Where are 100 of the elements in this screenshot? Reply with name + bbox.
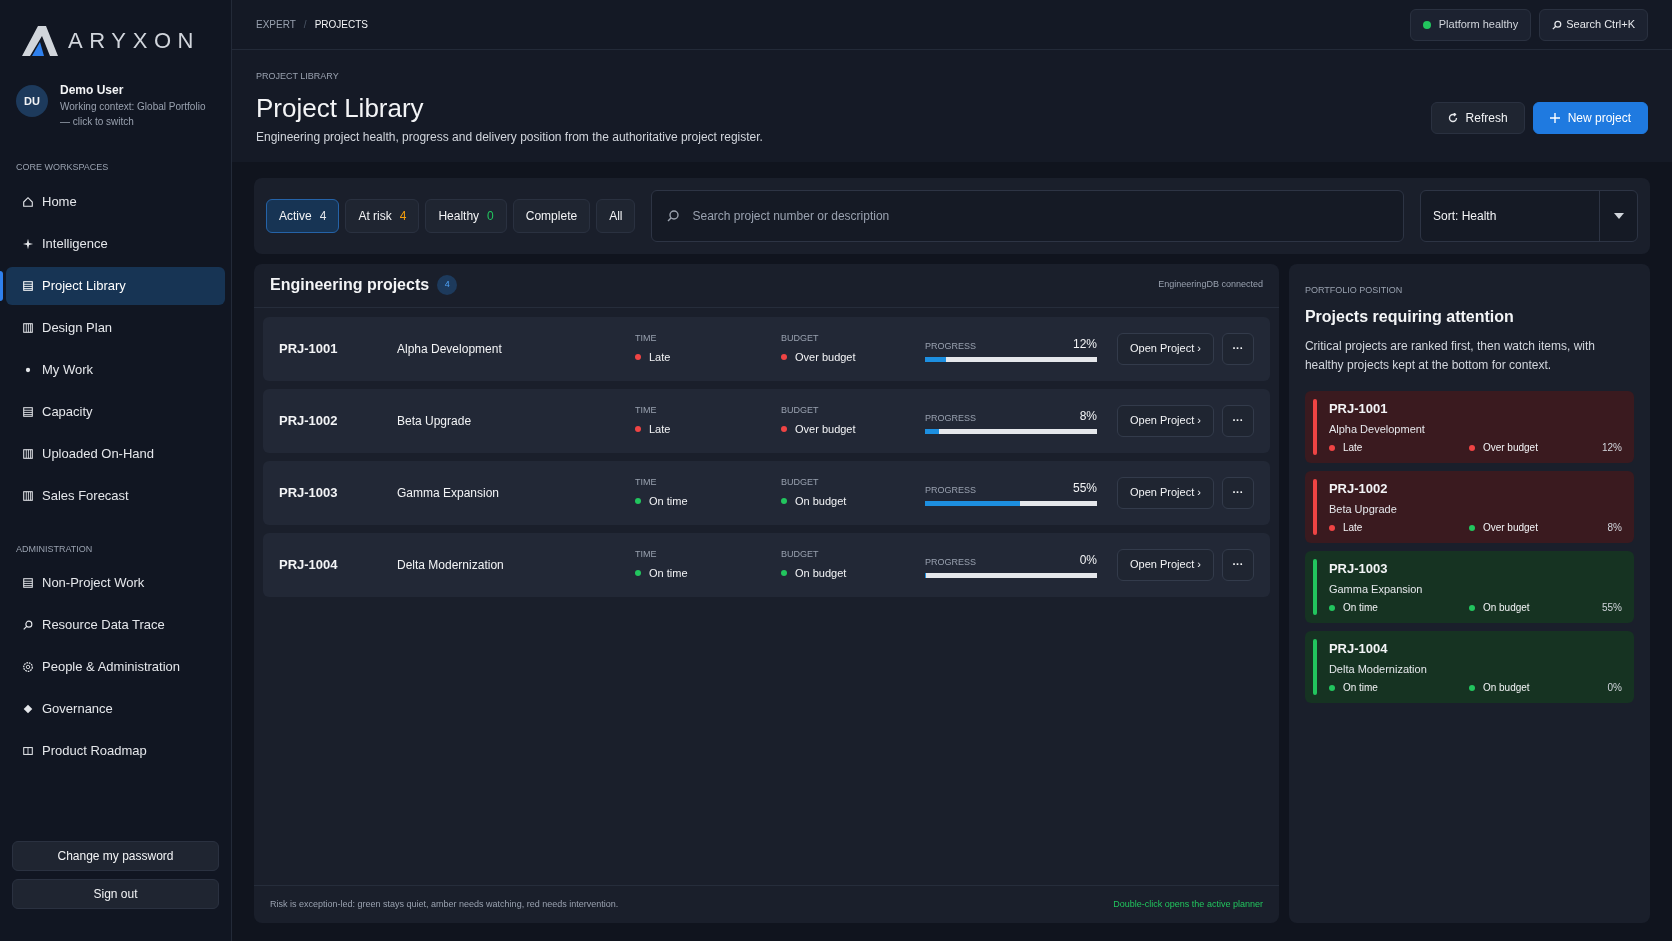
project-id: PRJ-1003 [279, 483, 339, 502]
status-label: On time [1342, 601, 1378, 615]
nav-item[interactable]: Sales Forecast [6, 476, 225, 515]
list-icon [22, 279, 34, 292]
status-label: Late [1342, 441, 1363, 455]
new-project-button[interactable]: New project [1532, 101, 1648, 134]
project-id: PRJ-1001 [279, 339, 339, 358]
sidebar-button[interactable]: Sign out [12, 879, 219, 909]
section-heading: CORE WORKSPACES [15, 161, 110, 174]
status-label: On time [649, 566, 688, 581]
filter-tab[interactable]: Healthy 0 [425, 198, 507, 233]
project-name: Gamma Expansion [397, 484, 501, 502]
nav-item[interactable]: Intelligence [6, 224, 225, 263]
nav-item[interactable]: Uploaded On-Hand [6, 434, 225, 473]
project-row[interactable]: PRJ-1002 Beta Upgrade TIME Late BUDGET Over budget PROGRESS 8% Open Project › ··· [263, 388, 1270, 453]
project-name: Gamma Expansion [1328, 581, 1424, 597]
brand-name: ARYXON [68, 27, 201, 55]
plus-icon [1549, 112, 1560, 123]
refresh-icon [1447, 112, 1458, 123]
progress-value: 0% [1079, 552, 1097, 569]
panel-eyebrow: PORTFOLIO POSITION [1304, 283, 1404, 297]
severity-bar [1312, 559, 1317, 615]
progress-value: 12% [1072, 336, 1097, 353]
nav-item[interactable]: Governance [6, 690, 225, 728]
more-button[interactable]: ··· [1221, 548, 1254, 581]
column-label: PROGRESS [925, 555, 976, 569]
nav-item[interactable]: Design Plan [6, 308, 225, 347]
refresh-button[interactable]: Refresh [1430, 101, 1525, 134]
status-label: Over budget [1482, 521, 1538, 535]
severity-bar [1312, 639, 1317, 695]
open-project-button[interactable]: Open Project › [1117, 476, 1214, 509]
status-label: On time [649, 494, 688, 509]
grid-icon [22, 447, 34, 460]
user-avatar: DU [16, 85, 48, 117]
search-icon [1552, 19, 1563, 30]
panel-title: Engineering projects [270, 275, 430, 295]
project-row[interactable]: PRJ-1004 Delta Modernization TIME On time BUDGET On budget PROGRESS 0% Open Project › ··· [263, 532, 1270, 597]
footer-note: Risk is exception-led: green stays quiet, amber needs watching, red needs intervention. [270, 897, 619, 911]
sidebar-button[interactable]: Change my password [12, 841, 219, 871]
project-row[interactable]: PRJ-1003 Gamma Expansion TIME On time BUDGET On budget PROGRESS 55% Open Project › ··· [263, 460, 1270, 525]
project-id: PRJ-1003 [1328, 560, 1389, 578]
search-field[interactable]: Search project number or description [651, 189, 1404, 242]
filter-tab[interactable]: All [596, 198, 636, 233]
source-status: EngineeringDB connected [1158, 278, 1263, 292]
severity-bar [1312, 479, 1317, 535]
project-id: PRJ-1002 [279, 411, 339, 430]
progress-value: 55% [1072, 480, 1097, 497]
nav-item[interactable]: Resource Data Trace [6, 606, 225, 644]
project-row[interactable]: PRJ-1001 Alpha Development TIME Late BUDGET Over budget PROGRESS 12% Open Project › ··· [263, 316, 1270, 381]
nav-item[interactable]: Home [6, 182, 225, 221]
nav-item[interactable]: Non-Project Work [6, 564, 225, 602]
filter-tab[interactable]: Active 4 [266, 198, 340, 233]
more-button[interactable]: ··· [1221, 404, 1254, 437]
attention-card[interactable]: PRJ-1001 Alpha Development Late Over budget 12% [1304, 391, 1634, 463]
nav-item[interactable]: My Work [6, 350, 225, 389]
platform-status[interactable]: Platform healthy [1409, 8, 1532, 41]
filter-tab[interactable]: Complete [512, 198, 591, 233]
status-label: Late [649, 422, 671, 437]
column-label: TIME [635, 331, 658, 345]
more-button[interactable]: ··· [1221, 332, 1254, 365]
filter-tab[interactable]: At risk 4 [345, 198, 420, 233]
column-label: PROGRESS [925, 411, 976, 425]
status-label: Late [649, 350, 671, 365]
progress-value: 8% [1607, 521, 1622, 535]
book-icon [22, 745, 34, 757]
open-project-button[interactable]: Open Project › [1117, 548, 1214, 581]
status-label: Over budget [1482, 441, 1538, 455]
project-id: PRJ-1002 [1328, 480, 1389, 498]
sort-dropdown[interactable]: Sort: Health [1420, 189, 1638, 242]
column-label: PROGRESS [925, 339, 976, 353]
nav-item[interactable]: Capacity [6, 392, 225, 431]
project-name: Delta Modernization [1328, 661, 1428, 677]
open-project-button[interactable]: Open Project › [1117, 404, 1214, 437]
nav-item[interactable]: Project Library [6, 266, 225, 305]
open-project-button[interactable]: Open Project › [1117, 332, 1214, 365]
progress-value: 12% [1602, 441, 1622, 455]
caret-icon [1613, 212, 1624, 219]
search-button[interactable]: Search Ctrl+K [1539, 8, 1648, 41]
project-id: PRJ-1004 [279, 555, 339, 574]
status-label: On budget [795, 494, 847, 509]
nav-item[interactable]: People & Administration [6, 648, 225, 686]
user-switcher[interactable]: DU Demo User Working context: Global Portfolio — click to switch [0, 81, 231, 129]
project-name: Alpha Development [1328, 421, 1426, 437]
progress-value: 55% [1602, 601, 1622, 615]
panel-description: Critical projects are ranked first, then watch items, with healthy projects kept at the bottom for context. [1304, 338, 1597, 374]
grid-icon [22, 321, 34, 334]
breadcrumb-link[interactable]: PROJECTS [314, 17, 368, 32]
attention-card[interactable]: PRJ-1003 Gamma Expansion On time On budget 55% [1304, 551, 1634, 623]
diamond-icon [22, 703, 34, 715]
attention-card[interactable]: PRJ-1004 Delta Modernization On time On budget 0% [1304, 631, 1634, 703]
list-icon [22, 577, 34, 589]
attention-card[interactable]: PRJ-1002 Beta Upgrade Late Over budget 8% [1304, 471, 1634, 543]
more-button[interactable]: ··· [1221, 476, 1254, 509]
column-label: BUDGET [781, 475, 820, 489]
nav-item[interactable]: Product Roadmap [6, 732, 225, 770]
page-eyebrow: PROJECT LIBRARY [256, 70, 340, 83]
project-name: Beta Upgrade [1328, 501, 1398, 517]
footer-hint: Double-click opens the active planner [1113, 897, 1263, 911]
count-badge: 4 [437, 275, 458, 295]
breadcrumb-link[interactable]: EXPERT [256, 17, 296, 32]
